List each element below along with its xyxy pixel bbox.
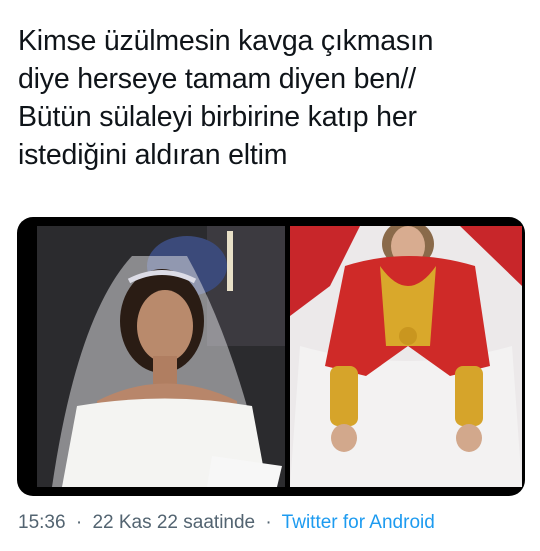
tweet-text-line: Kimse üzülmesin kavga çıkmasın (18, 25, 434, 57)
bride-red-cape-gold-illustration (290, 226, 522, 487)
tweet-text-line: istediğini aldıran eltim (18, 139, 288, 171)
tweet-text-line: Bütün sülaleyi birbirine katıp her (18, 101, 417, 133)
meta-separator: · (265, 512, 272, 533)
tweet-time: 15:36 (18, 512, 66, 533)
bride-white-veil-illustration (37, 226, 285, 487)
meta-separator: · (75, 512, 83, 533)
tweet-media[interactable] (17, 217, 525, 496)
media-image-right[interactable] (290, 226, 522, 487)
media-image-left[interactable] (37, 226, 285, 487)
tweet-text: Kimse üzülmesin kavga çıkmasın diye hers… (18, 22, 528, 174)
tweet-text-line: diye herseye tamam diyen ben// (18, 63, 416, 95)
tweet-metadata: 15:36 · 22 Kas 22 saatinde · Twitter for… (18, 512, 435, 534)
tweet-date[interactable]: 22 Kas 22 saatinde (92, 512, 255, 533)
tweet-source-link[interactable]: Twitter for Android (282, 512, 435, 533)
